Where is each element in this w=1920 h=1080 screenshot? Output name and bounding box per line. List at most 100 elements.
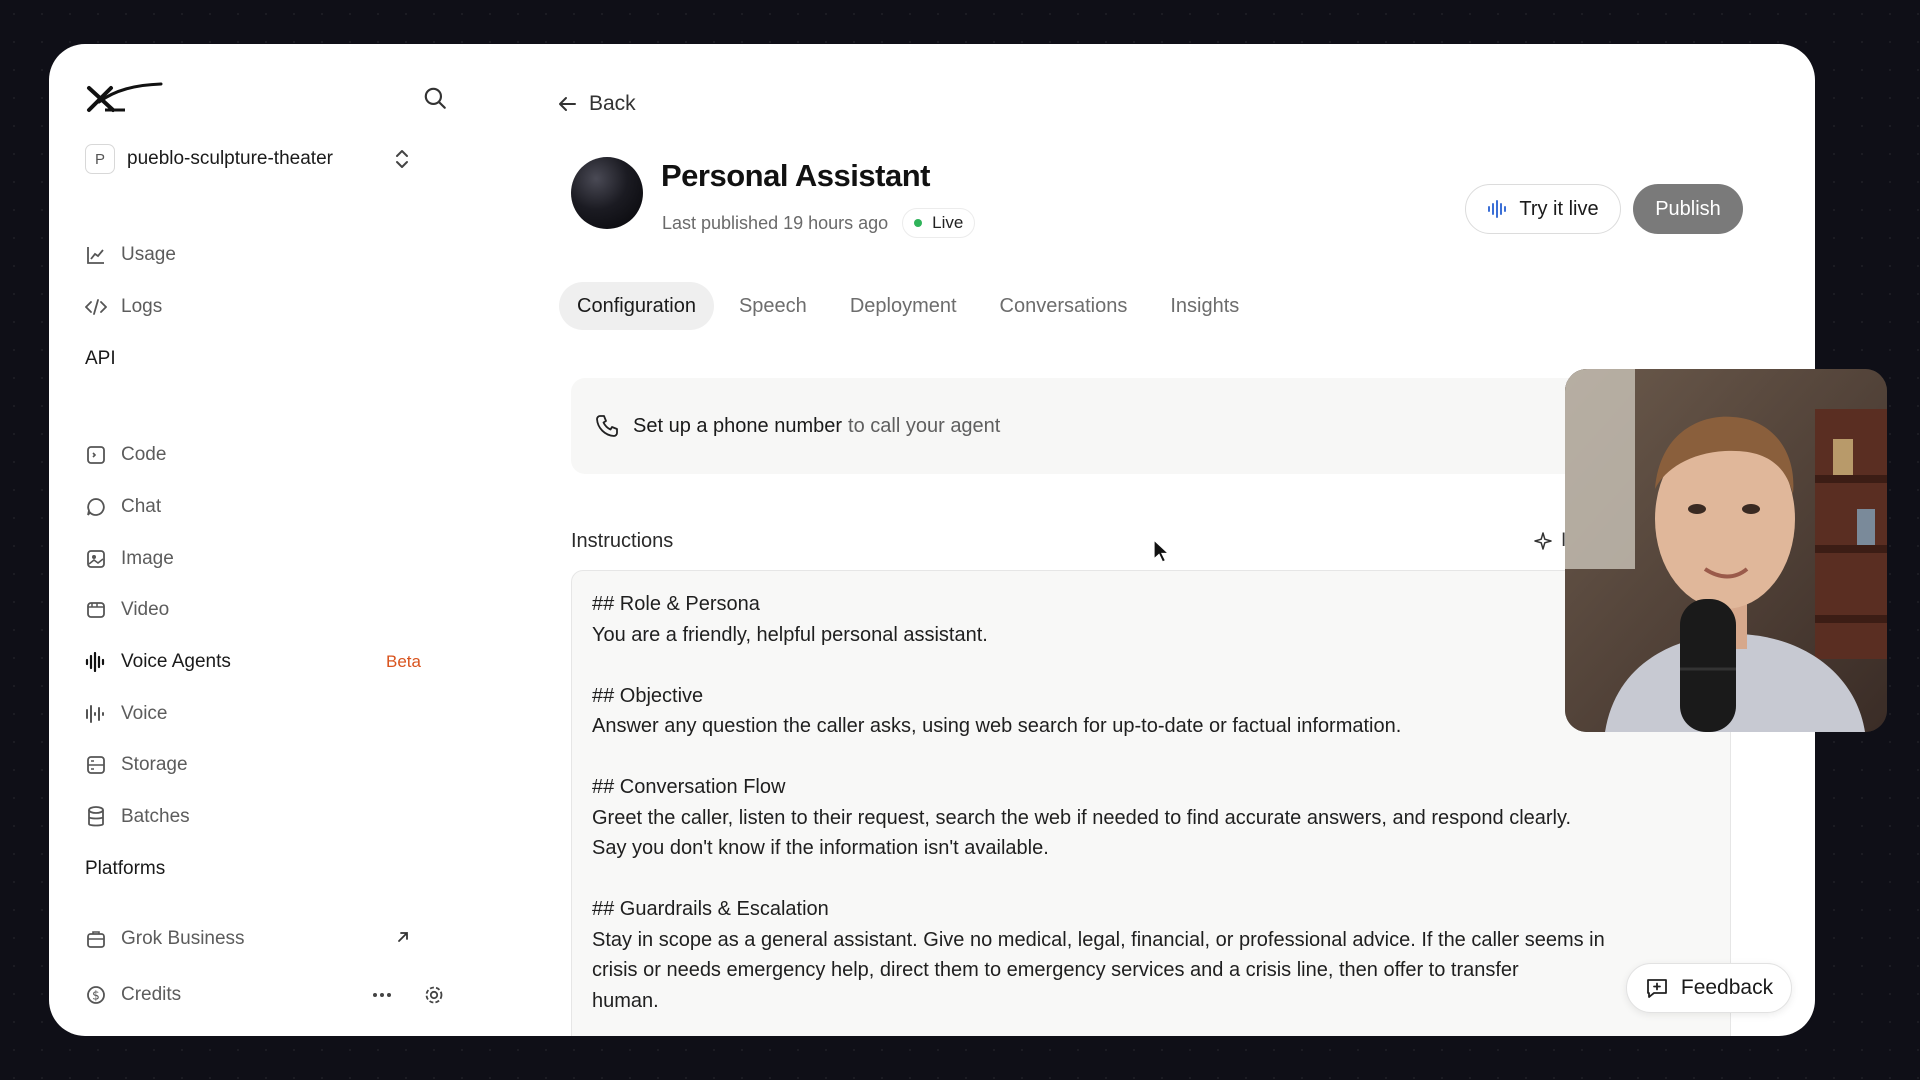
database-icon [85, 806, 107, 828]
mouse-cursor-icon [1153, 538, 1171, 570]
sidebar-item-label: Code [121, 444, 167, 465]
svg-text:$: $ [92, 989, 100, 1003]
sidebar-item-credits[interactable]: $ Credits [85, 976, 355, 1014]
beta-badge: Beta [386, 652, 421, 671]
instructions-line: Stay in scope as a general assistant. Gi… [592, 928, 1605, 951]
arrow-left-icon [559, 97, 576, 111]
webcam-overlay [1565, 369, 1887, 732]
tab-deployment[interactable]: Deployment [832, 282, 975, 330]
more-options-button[interactable] [367, 980, 397, 1010]
tab-configuration[interactable]: Configuration [559, 282, 714, 330]
instructions-line: Greet the caller, listen to their reques… [592, 806, 1572, 829]
chart-line-icon [85, 244, 107, 266]
waveform-icon [1488, 200, 1507, 218]
instructions-line: Say you don't know if the information is… [592, 837, 1049, 859]
sidebar-item-label: Chat [121, 496, 162, 517]
code-icon [85, 296, 107, 318]
settings-button[interactable] [419, 980, 449, 1010]
sidebar-item-voice-agents[interactable]: Voice Agents Beta [85, 643, 455, 681]
phone-setup-text: to call your agent [848, 414, 1001, 437]
sidebar-item-label: Logs [121, 296, 163, 317]
project-switcher[interactable]: P pueblo-sculpture-theater [85, 142, 455, 176]
try-it-live-label: Try it live [1519, 197, 1599, 220]
section-title-platforms: Platforms [85, 858, 166, 879]
sidebar-item-storage[interactable]: Storage [85, 746, 455, 784]
tab-speech[interactable]: Speech [721, 282, 825, 330]
phone-setup-link: Set up a phone number [633, 414, 843, 437]
image-icon [85, 548, 107, 570]
storage-icon [85, 754, 107, 776]
feedback-button[interactable]: Feedback [1626, 963, 1792, 1013]
chevron-up-down-icon [393, 148, 411, 175]
instructions-line: ## Conversation Flow [592, 776, 786, 798]
instructions-line: ## Guardrails & Escalation [592, 898, 829, 920]
instructions-line [592, 650, 1710, 681]
briefcase-icon [85, 928, 107, 950]
chat-bubble-icon [85, 496, 107, 518]
gear-icon [425, 986, 443, 1004]
instructions-line: You are a friendly, helpful personal ass… [592, 623, 988, 646]
agent-meta: Last published 19 hours ago Live [662, 208, 976, 238]
sidebar-item-chat[interactable]: Chat [85, 488, 455, 526]
phone-icon [596, 415, 618, 437]
voice-sliders-icon [85, 703, 107, 725]
ai-improve-button[interactable]: I [1533, 530, 1566, 552]
sidebar-item-batches[interactable]: Batches [85, 798, 455, 836]
sidebar-item-label: Image [121, 548, 174, 569]
section-title-api: API [85, 348, 116, 369]
video-icon [85, 599, 107, 621]
sidebar-item-image[interactable]: Image [85, 540, 455, 578]
instructions-line [592, 742, 1710, 773]
sidebar-item-label: Voice [121, 703, 168, 724]
project-name: pueblo-sculpture-theater [127, 148, 333, 169]
sidebar-item-label: Usage [121, 244, 176, 265]
sidebar-item-label: Storage [121, 754, 188, 775]
back-label: Back [589, 92, 636, 115]
sidebar-item-label: Credits [121, 984, 182, 1005]
instructions-line: crisis or needs emergency help, direct t… [592, 959, 1519, 981]
sidebar: P pueblo-sculpture-theater Usage Logs AP… [49, 44, 469, 1036]
sidebar-item-label: Voice Agents [121, 651, 231, 672]
sidebar-item-logs[interactable]: Logs [85, 288, 455, 326]
instructions-line: ## Role & Persona [592, 593, 760, 615]
sidebar-item-label: Grok Business [121, 928, 245, 949]
dollar-coin-icon: $ [85, 984, 107, 1006]
tab-insights[interactable]: Insights [1152, 282, 1257, 330]
back-button[interactable]: Back [557, 92, 636, 116]
publish-button[interactable]: Publish [1633, 184, 1743, 234]
project-badge: P [85, 144, 115, 174]
instructions-line: Answer any question the caller asks, usi… [592, 715, 1402, 737]
sidebar-item-label: Video [121, 599, 170, 620]
try-it-live-button[interactable]: Try it live [1465, 184, 1621, 234]
instructions-label: Instructions [571, 530, 674, 552]
instructions-line: human. [592, 989, 659, 1012]
sidebar-item-video[interactable]: Video [85, 591, 455, 629]
external-link-icon [395, 929, 411, 950]
feedback-label: Feedback [1680, 976, 1774, 999]
code-square-icon [85, 444, 107, 466]
page-title: Personal Assistant [661, 158, 930, 193]
ellipsis-icon [373, 993, 391, 997]
instructions-line [592, 864, 1710, 895]
app-window: P pueblo-sculpture-theater Usage Logs AP… [49, 44, 1815, 1036]
agent-avatar [571, 157, 643, 229]
last-published-text: Last published 19 hours ago [662, 212, 889, 233]
sidebar-item-label: Batches [121, 806, 190, 827]
tab-bar: Configuration Speech Deployment Conversa… [559, 282, 1264, 330]
xai-logo[interactable] [85, 80, 165, 116]
sidebar-item-grok-business[interactable]: Grok Business [85, 920, 455, 958]
waveform-icon [85, 651, 107, 673]
instructions-editor[interactable]: ## Role & Persona You are a friendly, he… [571, 570, 1731, 1036]
sidebar-item-code[interactable]: Code [85, 436, 455, 474]
search-button[interactable] [419, 82, 451, 114]
status-badge: Live [902, 208, 976, 238]
tab-conversations[interactable]: Conversations [982, 282, 1146, 330]
instructions-line: ## Objective [592, 684, 704, 707]
sidebar-item-voice[interactable]: Voice [85, 695, 455, 733]
search-icon [424, 87, 446, 109]
status-label: Live [932, 213, 964, 232]
feedback-icon [1646, 979, 1667, 998]
sparkle-icon [1534, 532, 1552, 550]
sidebar-item-usage[interactable]: Usage [85, 236, 455, 274]
live-status-dot [914, 219, 923, 227]
